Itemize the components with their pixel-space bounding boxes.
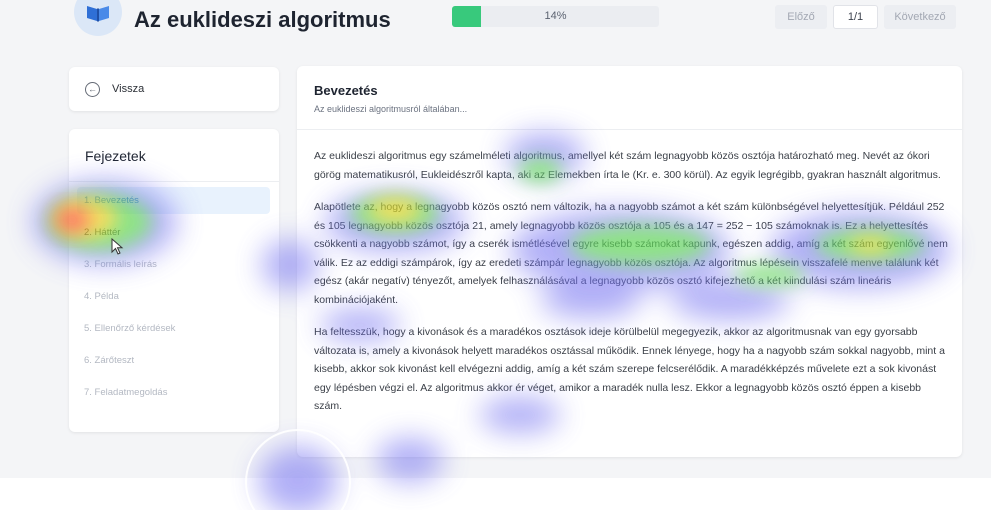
progress-bar: 14%: [452, 6, 659, 27]
back-button[interactable]: ← Vissza: [69, 67, 279, 111]
chapter-item-feladatmegoldas[interactable]: 7. Feladatmegoldás: [77, 379, 270, 406]
chapter-item-hatter[interactable]: 2. Háttér: [77, 219, 270, 246]
previous-button[interactable]: Előző: [775, 5, 827, 29]
content-panel: Bevezetés Az euklideszi algoritmusról ál…: [297, 66, 962, 457]
section-title: Bevezetés: [314, 83, 378, 98]
paragraph: Alapötlete az, hogy a legnagyobb közös o…: [314, 201, 948, 306]
back-label: Vissza: [112, 83, 145, 95]
mouse-pointer-icon: [111, 238, 124, 255]
chapter-item-bevezetes[interactable]: 1. Bevezetés: [77, 187, 270, 214]
chapter-item-zaroteszt[interactable]: 6. Zárőteszt: [77, 347, 270, 374]
chapter-item-ellenorzo-kerdesek[interactable]: 5. Ellenőrző kérdések: [77, 315, 270, 342]
chapter-item-pelda[interactable]: 4. Példa: [77, 283, 270, 310]
divider: [297, 129, 962, 130]
divider: [69, 181, 279, 182]
chapters-panel: Fejezetek 1. Bevezetés 2. Háttér 3. Form…: [69, 129, 279, 432]
paragraph: Ha feltesszük, hogy a kivonások és a mar…: [314, 326, 945, 412]
paragraph: Az euklideszi algoritmus egy számelmélet…: [314, 150, 941, 181]
page-title: Az euklideszi algoritmus: [134, 7, 391, 32]
arrow-left-circle-icon: ←: [85, 81, 100, 97]
progress-label: 14%: [544, 10, 567, 22]
page-counter: 1/1: [833, 5, 878, 29]
book-icon: [74, 0, 122, 36]
content-body: Az euklideszi algoritmus egy számelmélet…: [314, 147, 950, 430]
section-subtitle: Az euklideszi algoritmusról általában...: [314, 104, 468, 114]
next-button[interactable]: Következő: [884, 5, 956, 29]
chapter-item-formalis-leiras[interactable]: 3. Formális leírás: [77, 251, 270, 278]
chapters-heading: Fejezetek: [85, 148, 146, 164]
page-footer-band: [0, 478, 991, 510]
